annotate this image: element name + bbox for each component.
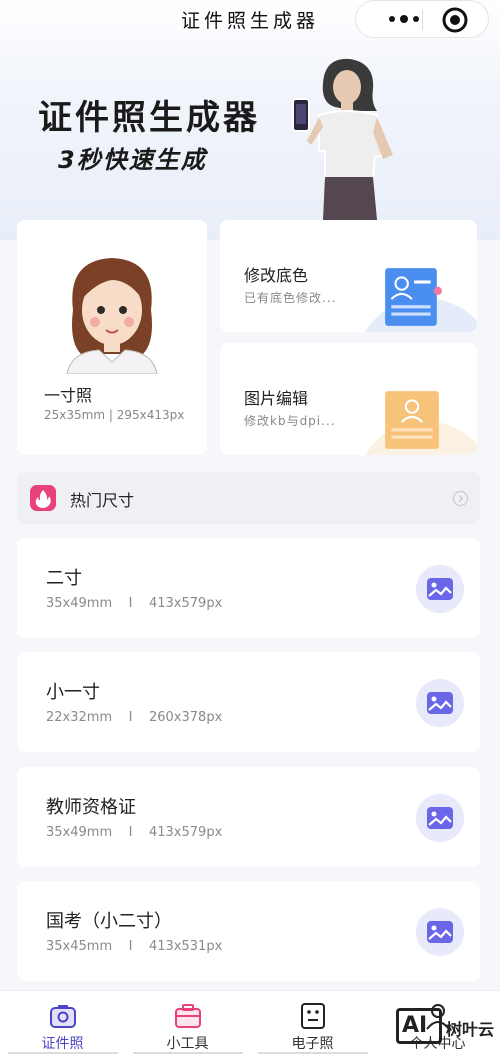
hot-sizes-header[interactable]: 热门尺寸 — [17, 472, 480, 524]
watermark-text: 树叶云 — [446, 1020, 495, 1039]
change-background-title: 修改底色 — [244, 266, 309, 285]
more-menu-icon[interactable] — [374, 1, 434, 37]
image-edit-desc: 修改kb与dpi... — [244, 414, 336, 428]
watermark: AI 树叶云 — [396, 1000, 500, 1050]
image-edit-card[interactable]: 图片编辑 修改kb与dpi... — [220, 343, 477, 455]
fire-icon — [30, 485, 56, 511]
header: 证件照生成器 — [0, 0, 500, 40]
hot-sizes-label: 热门尺寸 — [70, 491, 135, 510]
capsule-divider — [422, 10, 423, 30]
tab-label: 电子照 — [291, 1036, 334, 1052]
tab-label: 小工具 — [166, 1036, 209, 1052]
tab-e-photo[interactable]: 电子照 — [250, 991, 375, 1054]
one-inch-photo-card[interactable]: 一寸照 25x35mm | 295x413px — [17, 220, 207, 455]
hero-title: 证件照生成器 — [38, 98, 260, 138]
tab-label: 证件照 — [41, 1036, 84, 1052]
chevron-right-icon[interactable] — [453, 491, 468, 506]
size-item[interactable]: 国考（小二寸） 35x45mm I 413x531px — [17, 881, 480, 981]
one-inch-title: 一寸照 — [44, 386, 93, 405]
change-background-desc: 已有底色修改... — [244, 291, 337, 305]
size-spec: 22x32mm I 260x378px — [46, 710, 223, 725]
hero-subtitle: 3秒快速生成 — [58, 146, 207, 174]
id-card-icon — [301, 1003, 325, 1029]
image-edit-title: 图片编辑 — [244, 389, 309, 408]
picture-icon — [416, 794, 464, 842]
size-item[interactable]: 二寸 35x49mm I 413x579px — [17, 538, 480, 638]
size-item[interactable]: 小一寸 22x32mm I 260x378px — [17, 652, 480, 752]
tab-tools[interactable]: 小工具 — [125, 991, 250, 1054]
tab-id-photo[interactable]: 证件照 — [0, 991, 125, 1054]
mini-program-capsule — [355, 0, 489, 38]
close-target-icon[interactable] — [442, 7, 468, 33]
blue-id-card-icon — [385, 268, 442, 326]
size-name: 教师资格证 — [46, 797, 136, 818]
toolbox-icon — [175, 1004, 201, 1028]
orange-id-card-icon — [385, 391, 439, 449]
picture-icon — [416, 908, 464, 956]
size-spec: 35x49mm I 413x579px — [46, 825, 223, 840]
size-name: 国考（小二寸） — [46, 911, 172, 932]
page: 证件照生成器 证件照生成器 3秒快速生成 一寸照 25x35mm | 295x4… — [0, 0, 500, 1054]
one-inch-spec: 25x35mm | 295x413px — [44, 408, 185, 422]
picture-icon — [416, 565, 464, 613]
size-name: 二寸 — [46, 568, 82, 589]
watermark-logo: AI — [396, 1008, 442, 1044]
change-background-card[interactable]: 修改底色 已有底色修改... — [220, 220, 477, 332]
woman-with-phone-illustration — [292, 58, 393, 220]
picture-icon — [416, 679, 464, 727]
size-name: 小一寸 — [46, 682, 100, 703]
size-spec: 35x49mm I 413x579px — [46, 596, 223, 611]
girl-avatar-illustration — [66, 258, 158, 374]
size-spec: 35x45mm I 413x531px — [46, 939, 223, 954]
camera-icon — [50, 1005, 76, 1028]
size-item[interactable]: 教师资格证 35x49mm I 413x579px — [17, 767, 480, 867]
